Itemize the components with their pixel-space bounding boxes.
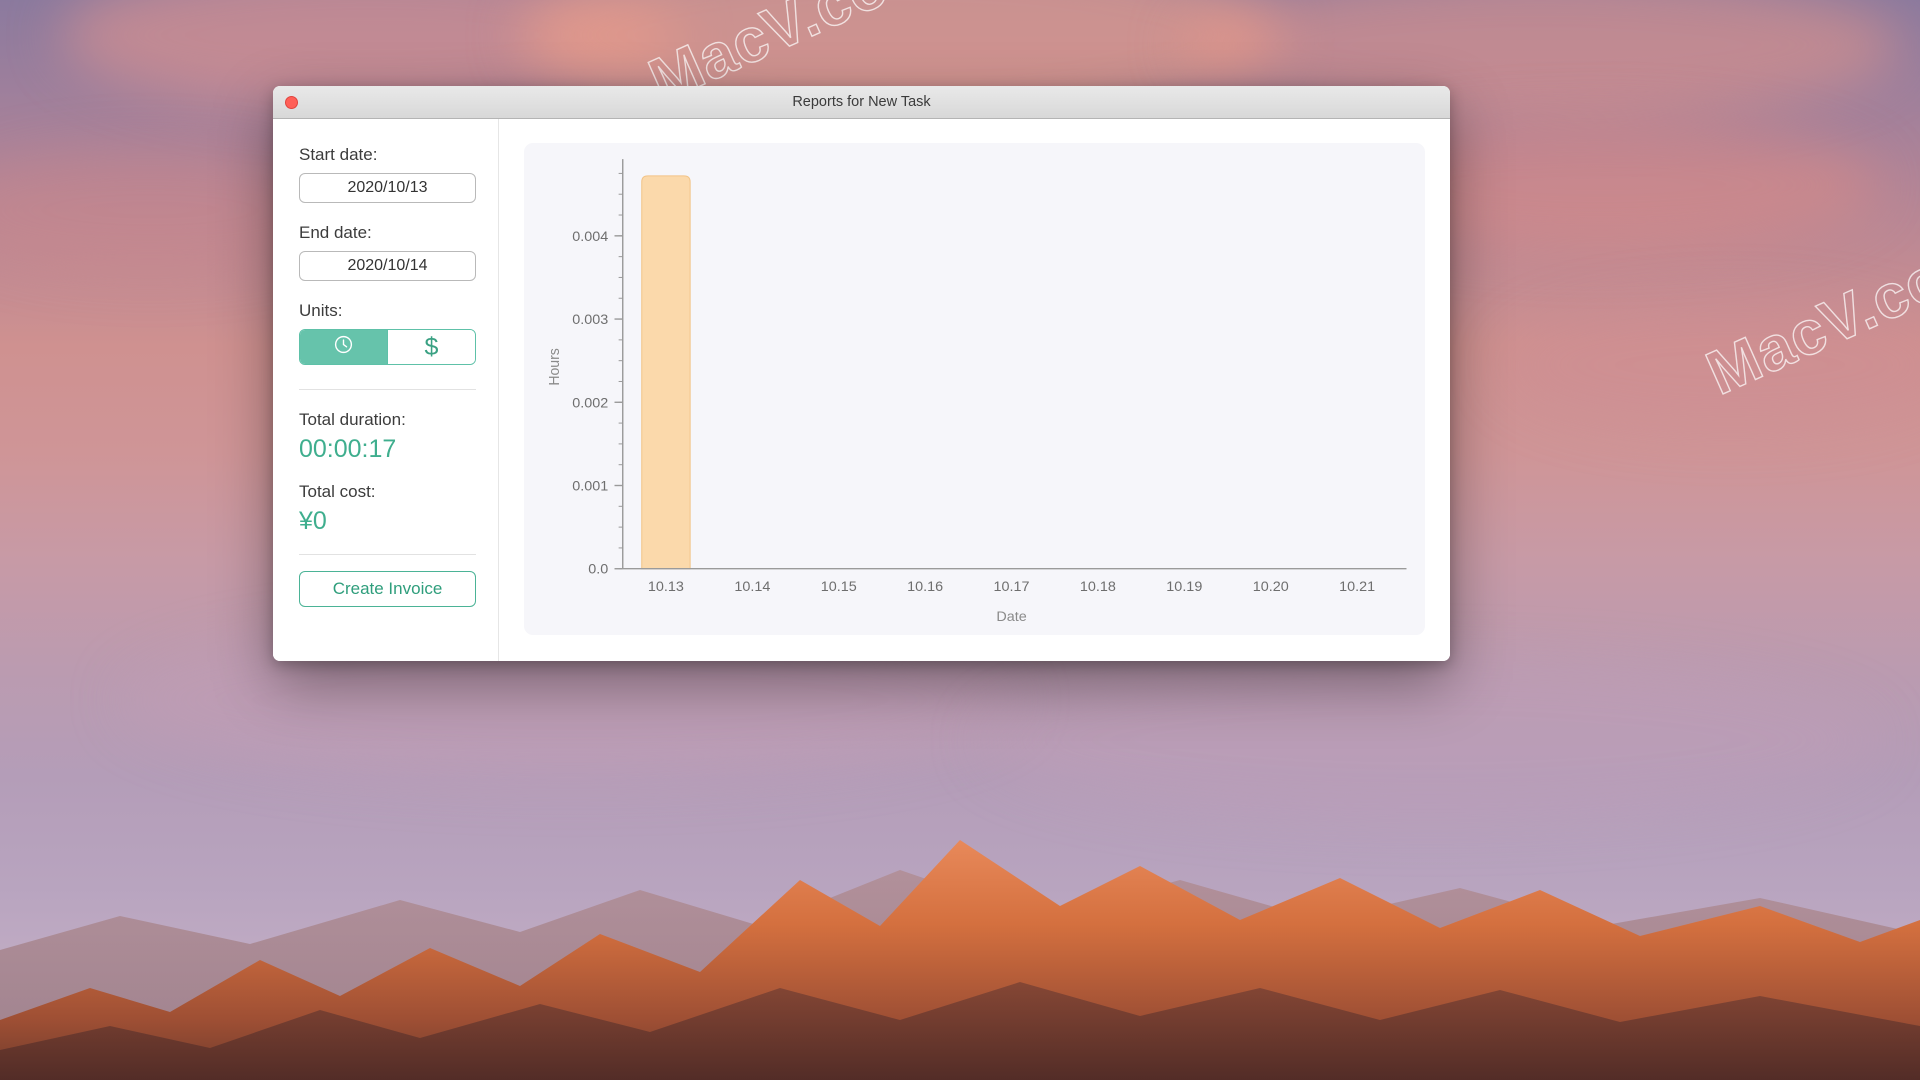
x-tick-label: 10.16 — [907, 579, 943, 595]
x-tick-label: 10.20 — [1253, 579, 1289, 595]
bar-10.13 — [641, 175, 691, 570]
settings-sidebar: Start date: End date: Units: — [273, 119, 499, 661]
cloud-decoration — [1500, 300, 1920, 430]
y-tick-label: 0.004 — [572, 229, 608, 245]
total-duration-label: Total duration: — [299, 410, 406, 429]
reports-window: Reports for New Task Start date: End dat… — [273, 86, 1450, 661]
window-titlebar[interactable]: Reports for New Task — [273, 86, 1450, 119]
divider — [299, 389, 476, 390]
x-tick-label: 10.17 — [994, 579, 1030, 595]
window-title: Reports for New Task — [792, 94, 931, 110]
start-date-input[interactable] — [299, 173, 476, 203]
watermark: MacV.co — [1696, 242, 1920, 409]
y-tick-label: 0.002 — [572, 395, 608, 411]
units-option-time[interactable] — [300, 330, 387, 364]
y-tick-label: 0.0 — [588, 562, 608, 578]
y-axis-title: Hours — [547, 348, 563, 385]
units-segmented-control[interactable]: $ — [299, 329, 476, 365]
x-tick-label: 10.19 — [1166, 579, 1202, 595]
hours-by-date-bar-chart: 0.0 0.001 0.002 0.003 0.004 10.13 10.14 10.15 10… — [547, 159, 1407, 625]
total-cost-value: ¥0 — [299, 507, 327, 535]
total-duration-value: 00:00:17 — [299, 435, 397, 463]
close-icon[interactable] — [285, 96, 298, 109]
create-invoice-button[interactable]: Create Invoice — [299, 571, 476, 607]
divider — [299, 554, 476, 555]
chart-panel: 0.0 0.001 0.002 0.003 0.004 10.13 10.14 10.15 10… — [499, 119, 1450, 661]
chart-card: 0.0 0.001 0.002 0.003 0.004 10.13 10.14 10.15 10… — [524, 143, 1425, 635]
mountain-range — [0, 840, 1920, 1080]
x-axis-title: Date — [996, 609, 1026, 625]
x-tick-label: 10.15 — [821, 579, 857, 595]
y-tick-label: 0.001 — [572, 479, 608, 495]
y-tick-label: 0.003 — [572, 312, 608, 328]
units-option-money[interactable]: $ — [387, 330, 475, 364]
units-label: Units: — [299, 301, 343, 320]
x-tick-label: 10.21 — [1339, 579, 1375, 595]
x-tick-label: 10.13 — [648, 579, 684, 595]
total-cost-label: Total cost: — [299, 482, 376, 501]
clock-icon — [333, 334, 354, 360]
end-date-label: End date: — [299, 223, 372, 242]
window-body: Start date: End date: Units: — [273, 119, 1450, 661]
x-tick-label: 10.14 — [734, 579, 770, 595]
desktop-wallpaper: MacV.com MacV.co MacV.com Reports for Ne… — [0, 0, 1920, 1080]
dollar-icon: $ — [424, 332, 439, 361]
x-tick-label: 10.18 — [1080, 579, 1116, 595]
end-date-input[interactable] — [299, 251, 476, 281]
start-date-label: Start date: — [299, 145, 378, 164]
